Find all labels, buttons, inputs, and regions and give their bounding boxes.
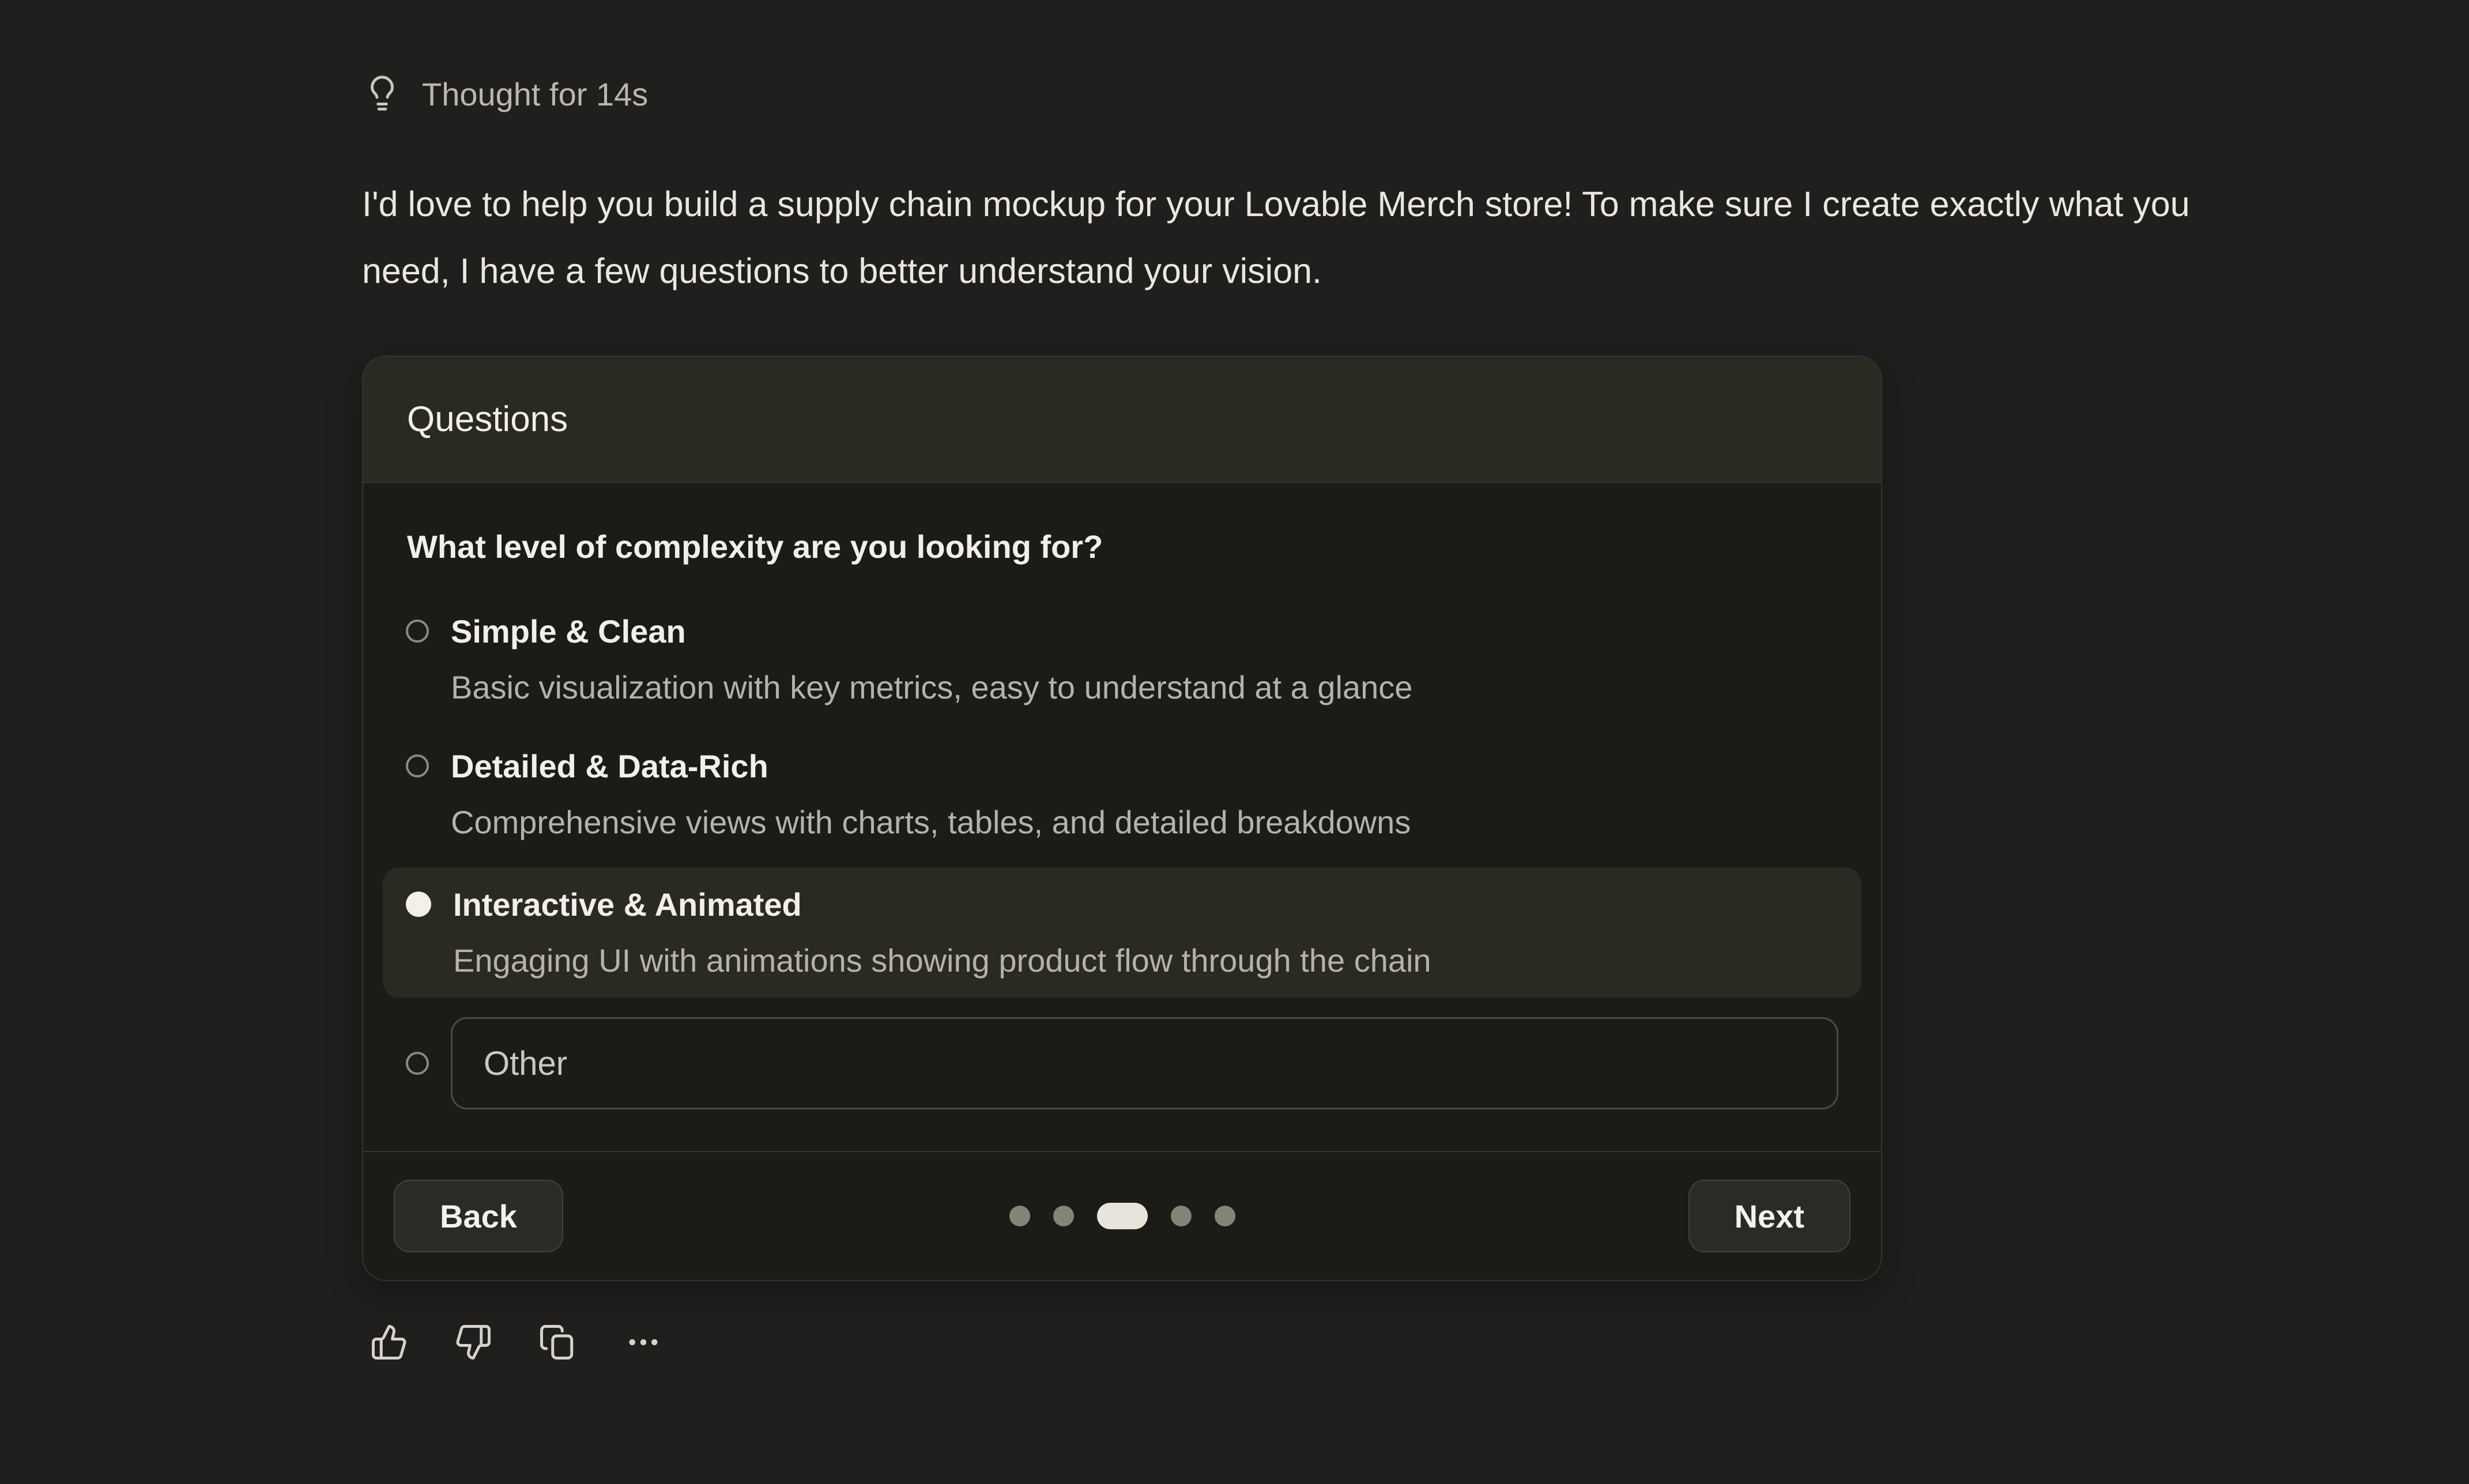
thought-label: Thought for 14s [422,75,648,113]
pagination-dot [1215,1206,1235,1226]
thumbs-down-icon [454,1323,492,1361]
other-input[interactable] [451,1017,1838,1109]
option-description: Comprehensive views with charts, tables,… [451,805,1411,840]
copy-button[interactable] [538,1323,576,1361]
thumbs-down-button[interactable] [454,1323,492,1361]
option-other[interactable] [406,1017,1838,1109]
option-description: Basic visualization with key metrics, ea… [451,670,1412,705]
option-description: Engaging UI with animations showing prod… [453,943,1431,978]
back-button[interactable]: Back [394,1180,563,1252]
question-text: What level of complexity are you looking… [407,528,1838,565]
message-actions [370,1323,664,1361]
radio-unselected-icon[interactable] [406,620,429,643]
card-footer: Back Next [363,1151,1881,1280]
option-title: Detailed & Data-Rich [451,749,1411,784]
lightbulb-icon [362,74,402,114]
card-body: What level of complexity are you looking… [363,483,1881,1151]
pagination-dot-active [1097,1203,1148,1229]
next-button[interactable]: Next [1688,1180,1850,1252]
option-simple-clean[interactable]: Simple & Clean Basic visualization with … [406,614,1838,705]
assistant-message: I'd love to help you build a supply chai… [362,171,2195,304]
ellipsis-icon [623,1323,664,1361]
thought-summary[interactable]: Thought for 14s [362,74,648,114]
more-options-button[interactable] [623,1323,664,1361]
pagination-dot [1053,1206,1074,1226]
option-detailed-data-rich[interactable]: Detailed & Data-Rich Comprehensive views… [406,749,1838,840]
option-interactive-animated[interactable]: Interactive & Animated Engaging UI with … [383,867,1861,998]
questions-card: Questions What level of complexity are y… [362,356,1882,1281]
radio-unselected-icon[interactable] [406,1052,429,1075]
pagination-dot [1009,1206,1030,1226]
thumbs-up-button[interactable] [370,1323,408,1361]
radio-selected-icon[interactable] [406,892,431,917]
option-title: Simple & Clean [451,614,1412,650]
option-title: Interactive & Animated [453,887,1431,923]
pagination-dot [1171,1206,1192,1226]
copy-icon [538,1323,576,1361]
radio-unselected-icon[interactable] [406,754,429,777]
card-title: Questions [363,357,1881,483]
thumbs-up-icon [370,1323,408,1361]
pagination-dots [1009,1203,1235,1229]
